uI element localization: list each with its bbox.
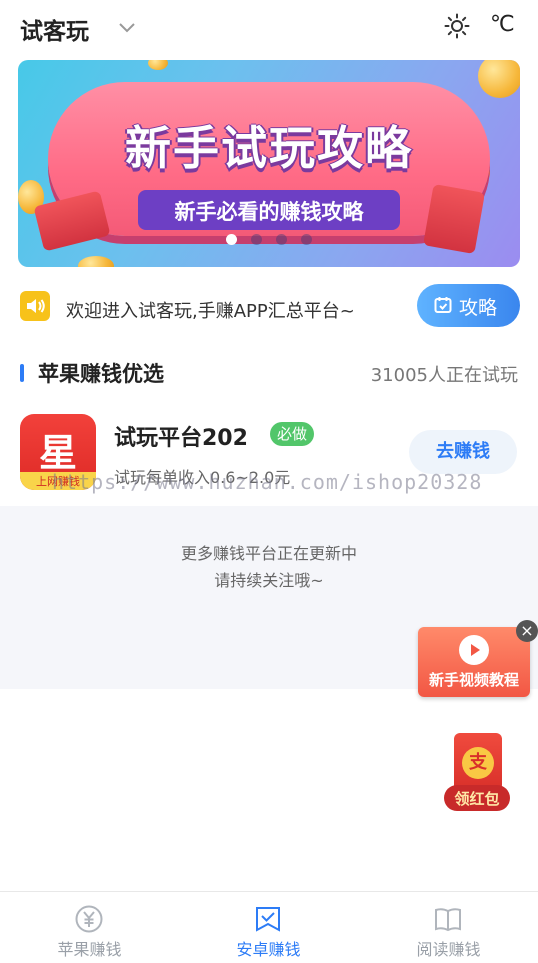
guide-icon (434, 297, 452, 313)
speaker-glyph (27, 299, 45, 313)
banner-subtitle: 新手必看的赚钱攻略 (174, 200, 364, 224)
section-accent-bar (20, 364, 24, 382)
guide-label: 攻略 (459, 297, 498, 319)
banner-subtitle-box: 新手必看的赚钱攻略 (138, 190, 400, 230)
speaker-icon (20, 291, 50, 321)
carousel-dot[interactable] (301, 234, 312, 245)
more-line-2: 请持续关注哦~ (214, 571, 324, 590)
section-title: 苹果赚钱优选 (38, 362, 164, 386)
coin-decoration (78, 256, 114, 267)
video-tutorial-label: 新手视频教程 (428, 671, 519, 689)
promo-banner[interactable]: 新手试玩攻略 新手必看的赚钱攻略 (18, 60, 520, 267)
nav-label: 阅读赚钱 (416, 940, 481, 959)
app-title[interactable]: 试客玩 (20, 12, 89, 46)
guide-button[interactable]: 攻略 (417, 284, 520, 327)
nav-label: 安卓赚钱 (236, 940, 301, 959)
carousel-dots (18, 230, 520, 249)
notice-bar: 欢迎进入试客玩,手赚APP汇总平台~ 攻略 (0, 282, 538, 330)
packet-label-box: 领红包 (444, 785, 510, 811)
packet-label: 领红包 (454, 790, 500, 808)
coin-decoration (148, 60, 168, 70)
logo-char: 星 (38, 431, 77, 475)
banner-pill: 新手试玩攻略 新手必看的赚钱攻略 (48, 82, 490, 236)
play-icon (459, 635, 489, 665)
video-tutorial-float[interactable]: 新手视频教程 (418, 627, 530, 697)
item-name: 试玩平台202 (114, 426, 248, 451)
yen-icon (75, 905, 103, 933)
red-packet-float[interactable]: 支 领红包 (442, 733, 510, 811)
bottom-nav: 苹果赚钱 安卓赚钱 阅读赚钱 (0, 891, 538, 963)
carousel-dot[interactable] (251, 234, 262, 245)
nav-label: 苹果赚钱 (57, 940, 122, 959)
nav-item-reading[interactable]: 阅读赚钱 (359, 892, 538, 963)
nav-item-android[interactable]: 安卓赚钱 (179, 892, 358, 963)
watermark-text: https://www.huzhan.com/ishop20328 (52, 470, 483, 494)
top-header: 试客玩 ℃ (0, 0, 538, 56)
checkmark-box-icon (256, 907, 280, 932)
go-earn-button[interactable]: 去赚钱 (409, 430, 517, 474)
more-line-1: 更多赚钱平台正在更新中 (180, 544, 357, 563)
nav-item-apple[interactable]: 苹果赚钱 (0, 892, 179, 963)
book-icon (435, 908, 461, 932)
close-icon[interactable]: × (516, 620, 538, 642)
packet-coin-icon: 支 (462, 747, 494, 779)
active-users-count: 31005人正在试玩 (370, 365, 518, 386)
notice-text: 欢迎进入试客玩,手赚APP汇总平台~ (66, 301, 355, 322)
sun-icon[interactable] (444, 13, 470, 39)
chevron-down-icon[interactable] (116, 16, 138, 38)
carousel-dot[interactable] (276, 234, 287, 245)
carousel-dot[interactable] (226, 234, 237, 245)
must-do-badge: 必做 (270, 422, 315, 446)
banner-title: 新手试玩攻略 (125, 121, 413, 175)
play-glyph (471, 644, 480, 656)
temperature-unit[interactable]: ℃ (490, 12, 515, 37)
coin-decoration (478, 60, 520, 98)
